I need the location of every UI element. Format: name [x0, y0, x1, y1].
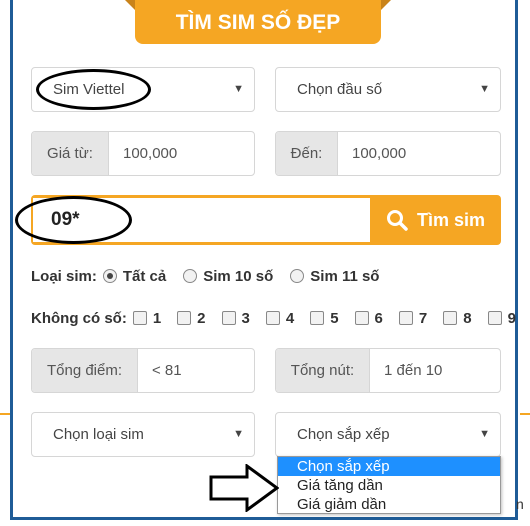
sort-select[interactable]: Chọn sắp xếp ▼: [275, 412, 501, 457]
search-button[interactable]: Tìm sim: [370, 195, 501, 245]
score-value[interactable]: < 81: [138, 349, 254, 392]
digit-label: 4: [285, 309, 295, 327]
score-field[interactable]: Tổng điểm: < 81: [31, 348, 255, 393]
sim-type-select-value: Chọn loại sim: [53, 426, 144, 443]
prefix-select[interactable]: Chọn đầu số ▼: [275, 67, 501, 112]
arrow-right-icon: [209, 464, 279, 512]
radio-label: Tất cả: [122, 267, 167, 285]
checkbox[interactable]: [310, 311, 325, 325]
sort-select-value: Chọn sắp xếp: [297, 426, 390, 443]
sort-dropdown-list: Chọn sắp xếp Giá tăng dần Giá giảm dần: [277, 456, 501, 514]
checkbox[interactable]: [221, 311, 236, 325]
radio-option-all[interactable]: Tất cả: [102, 267, 167, 285]
background-line-left: [0, 413, 10, 415]
digit-label: 7: [418, 309, 428, 327]
checkbox[interactable]: [487, 311, 502, 325]
digit-checkbox-5[interactable]: 5: [310, 309, 339, 327]
digit-label: 6: [374, 309, 383, 327]
background-line-right: [520, 413, 530, 415]
sort-option-price-asc[interactable]: Giá tăng dần: [278, 476, 500, 495]
annotation-ellipse-search: [15, 196, 132, 244]
digit-checkbox-2[interactable]: 2: [177, 309, 206, 327]
digit-checkbox-6[interactable]: 6: [354, 309, 383, 327]
digit-label: 5: [330, 309, 339, 327]
price-to-value[interactable]: 100,000: [338, 132, 500, 175]
radio-button[interactable]: [102, 269, 117, 283]
digit-checkbox-7[interactable]: 7: [398, 309, 428, 327]
score-label: Tổng điểm:: [32, 349, 138, 392]
nodes-field[interactable]: Tổng nút: 1 đến 10: [275, 348, 501, 393]
nodes-label: Tổng nút:: [276, 349, 370, 392]
digit-checkbox-9[interactable]: 9: [487, 309, 516, 327]
radio-option-11[interactable]: Sim 11 số: [290, 268, 379, 285]
chevron-down-icon: ▼: [233, 428, 244, 440]
sim-type-select[interactable]: Chọn loại sim ▼: [31, 412, 255, 457]
checkbox[interactable]: [354, 311, 369, 325]
search-button-label: Tìm sim: [416, 209, 486, 230]
radio-button[interactable]: [290, 269, 305, 283]
chevron-down-icon: ▼: [233, 83, 244, 95]
nodes-value[interactable]: 1 đến 10: [370, 349, 500, 392]
price-to-label: Đến:: [276, 132, 338, 175]
price-from-label: Giá từ:: [32, 132, 109, 175]
radio-option-10[interactable]: Sim 10 số: [183, 268, 273, 285]
chevron-down-icon: ▼: [479, 428, 490, 440]
checkbox[interactable]: [177, 311, 192, 325]
checkbox[interactable]: [265, 311, 280, 325]
search-icon: [386, 210, 408, 231]
prefix-select-value: Chọn đầu số: [297, 81, 383, 98]
radio-label: Sim 11 số: [310, 267, 380, 285]
digit-checkbox-3[interactable]: 3: [221, 309, 250, 327]
exclude-digits-label: Không có số:: [31, 309, 127, 327]
digit-checkbox-8[interactable]: 8: [443, 309, 472, 327]
checkbox[interactable]: [398, 311, 413, 325]
digit-label: 8: [463, 309, 472, 327]
sort-option-default[interactable]: Chọn sắp xếp: [278, 457, 500, 476]
digit-checkbox-4[interactable]: 4: [265, 309, 295, 327]
price-to-field[interactable]: Đến: 100,000: [275, 131, 501, 176]
chevron-down-icon: ▼: [479, 83, 490, 95]
digit-label: 9: [507, 309, 516, 327]
checkbox[interactable]: [132, 311, 147, 325]
sim-type-label: Loại sim:: [31, 267, 97, 285]
digit-checkbox-1[interactable]: 1: [132, 309, 162, 327]
radio-label: Sim 10 số: [203, 267, 274, 285]
price-from-field[interactable]: Giá từ: 100,000: [31, 131, 255, 176]
exclude-digits-row: Không có số: 1 2 3 4 5 6 7 8 9: [31, 308, 516, 328]
digit-label: 2: [197, 309, 206, 327]
panel-title: TÌM SIM SỐ ĐẸP: [125, 0, 391, 44]
digit-label: 3: [241, 309, 250, 327]
annotation-ellipse-carrier: [36, 69, 151, 110]
sort-option-price-desc[interactable]: Giá giảm dần: [278, 495, 500, 514]
price-from-value[interactable]: 100,000: [109, 132, 254, 175]
checkbox[interactable]: [443, 311, 458, 325]
sim-type-row: Loại sim: Tất cả Sim 10 số Sim 11 số: [31, 266, 396, 286]
radio-button[interactable]: [183, 269, 198, 283]
digit-label: 1: [152, 309, 162, 327]
cropped-text-fragment: n: [516, 496, 524, 512]
